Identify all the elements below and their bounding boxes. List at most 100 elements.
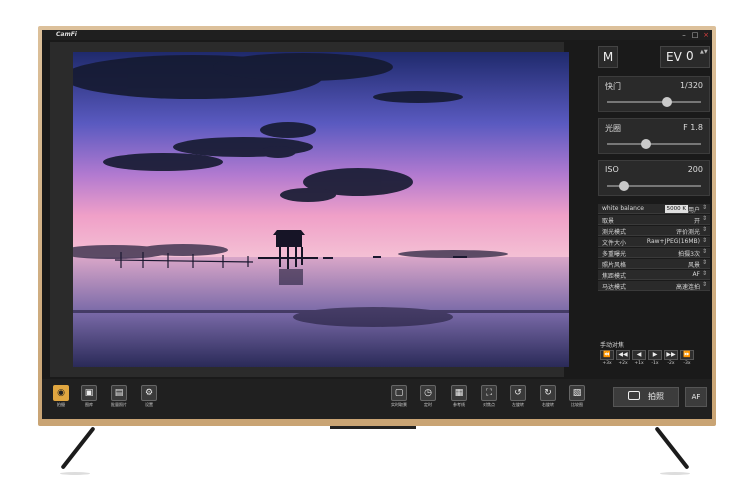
- app-logo: CamFi: [56, 31, 77, 38]
- live-view: [50, 42, 569, 377]
- white-balance-kelvin-input[interactable]: 5000 K: [664, 205, 688, 213]
- focus-step-label: -3x: [683, 361, 691, 366]
- focus-near-2x-button[interactable]: ◀◀ +2x: [616, 350, 630, 368]
- focus-far-1x-button[interactable]: ▶ -1x: [648, 350, 662, 368]
- manual-focus-title: 手动对焦: [600, 342, 625, 349]
- toolbar-rotate-left-button[interactable]: ↺ 左旋转: [507, 385, 529, 409]
- focus-near-1x-button[interactable]: ◀ +1x: [632, 350, 646, 368]
- toolbar-label: 批量照片: [111, 402, 127, 407]
- stepper-icon[interactable]: ⇕: [702, 204, 707, 211]
- setting-key: white balance: [602, 205, 644, 212]
- toolbar-batch-tab[interactable]: ▤ 批量照片: [108, 385, 130, 409]
- stepper-icon[interactable]: ⇕: [702, 281, 707, 288]
- fast-forward-icon: ⏩: [680, 350, 694, 360]
- stepper-icon[interactable]: ⇕: [702, 248, 707, 255]
- setting-value: 拍摄3次: [678, 251, 700, 258]
- iso-control: ISO 200: [598, 160, 710, 196]
- setting-key: 测光模式: [602, 229, 627, 236]
- live-view-photo[interactable]: [73, 52, 569, 367]
- app-window: CamFi – □ × M EV 0 ▲▼ 快门 1/320 光圈 F 1.8 …: [42, 30, 712, 419]
- setting-value: 评价测光: [675, 229, 700, 236]
- toolbar-gallery-tab[interactable]: ▣ 图库: [78, 385, 100, 409]
- compare-icon: ▧: [569, 385, 585, 401]
- maximize-button[interactable]: □: [691, 31, 699, 39]
- gear-icon: ⚙: [141, 385, 157, 401]
- ev-stepper-icon[interactable]: ▲▼: [700, 49, 708, 55]
- focus-far-3x-button[interactable]: ⏩ -3x: [680, 350, 694, 368]
- settings-list: white balance 5000 K 用户 ⇕ 取景 开 ⇕ 测光模式 评价…: [598, 204, 710, 292]
- setting-focus-mode[interactable]: 焦距模式 AF ⇕: [598, 270, 710, 280]
- setting-key: 文件大小: [602, 240, 627, 247]
- tv-bottom-bar: [330, 426, 416, 429]
- shoot-label: 拍照: [648, 392, 664, 401]
- setting-value: 高速连拍: [675, 284, 700, 291]
- setting-drive-mode[interactable]: 马达模式 高速连拍 ⇕: [598, 281, 710, 291]
- toolbar-liveview-button[interactable]: ▢ 实时取景: [388, 385, 410, 409]
- setting-metering[interactable]: 测光模式 评价测光 ⇕: [598, 226, 710, 236]
- camera-icon: [628, 391, 640, 400]
- focus-near-3x-button[interactable]: ⏪ +3x: [600, 350, 614, 368]
- setting-value: 风景: [687, 262, 700, 269]
- shutter-slider-thumb[interactable]: [662, 97, 673, 107]
- toolbar-grid-button[interactable]: ▦ 参考线: [448, 385, 470, 409]
- close-button[interactable]: ×: [702, 31, 710, 39]
- setting-picture-style[interactable]: 照片风格 风景 ⇕: [598, 259, 710, 269]
- toolbar-label: 拍摄: [57, 402, 65, 407]
- setting-value: 开: [693, 218, 700, 225]
- toolbar-label: 右旋转: [542, 402, 554, 407]
- grid-icon: ▦: [451, 385, 467, 401]
- toolbar-timer-button[interactable]: ◷ 定时: [417, 385, 439, 409]
- shutter-label: 快门: [605, 82, 621, 91]
- setting-value: 用户: [687, 207, 700, 214]
- toolbar-focus-point-button[interactable]: ⛶ 对焦点: [478, 385, 500, 409]
- shutter-slider[interactable]: [607, 97, 701, 107]
- toolbar-settings-tab[interactable]: ⚙ 设置: [138, 385, 160, 409]
- setting-key: 多重曝光: [602, 251, 627, 258]
- mode-button[interactable]: M: [598, 46, 618, 68]
- focus-far-2x-button[interactable]: ▶▶ -2x: [664, 350, 678, 368]
- setting-multi-exposure[interactable]: 多重曝光 拍摄3次 ⇕: [598, 248, 710, 258]
- tv-foot-shadow-left: [60, 472, 90, 475]
- ev-value: 0: [686, 49, 694, 63]
- iso-slider[interactable]: [607, 181, 701, 191]
- ev-label: EV: [666, 50, 682, 64]
- af-button[interactable]: AF: [685, 387, 707, 407]
- shutter-value: 1/320: [679, 81, 703, 90]
- toolbar-shoot-tab[interactable]: ◉ 拍摄: [50, 385, 72, 409]
- camera-icon: ◉: [53, 385, 69, 401]
- focus-step-label: +3x: [602, 361, 612, 366]
- step-forward-icon: ▶: [648, 350, 662, 360]
- toolbar-label: 对焦点: [483, 402, 495, 407]
- focus-step-label: +1x: [634, 361, 644, 366]
- setting-key: 焦距模式: [602, 273, 627, 280]
- iso-slider-thumb[interactable]: [618, 181, 629, 191]
- aperture-slider[interactable]: [607, 139, 701, 149]
- shoot-button[interactable]: 拍照: [613, 387, 679, 407]
- toolbar-label: 图库: [85, 402, 93, 407]
- toolbar-rotate-right-button[interactable]: ↻ 右旋转: [537, 385, 559, 409]
- stepper-icon[interactable]: ⇕: [702, 215, 707, 222]
- toolbar-compare-button[interactable]: ▧ 比较图: [566, 385, 588, 409]
- minimize-button[interactable]: –: [680, 31, 688, 39]
- setting-value: Raw+JPEG(16MB): [646, 238, 700, 245]
- stepper-icon[interactable]: ⇕: [702, 226, 707, 233]
- rotate-left-icon: ↺: [510, 385, 526, 401]
- stepper-icon[interactable]: ⇕: [702, 259, 707, 266]
- manual-focus-controls: ⏪ +3x ◀◀ +2x ◀ +1x ▶ -1x ▶▶ -2x ⏩ -3x: [600, 350, 694, 368]
- clock-icon: ◷: [420, 385, 436, 401]
- toolbar-label: 设置: [145, 402, 153, 407]
- stepper-icon[interactable]: ⇕: [702, 237, 707, 244]
- aperture-control: 光圈 F 1.8: [598, 118, 710, 154]
- aperture-slider-thumb[interactable]: [641, 139, 652, 149]
- rotate-right-icon: ↻: [540, 385, 556, 401]
- step-back-icon: ◀: [632, 350, 646, 360]
- setting-liveview[interactable]: 取景 开 ⇕: [598, 215, 710, 225]
- gallery-icon: ▣: [81, 385, 97, 401]
- tv-foot-shadow-right: [660, 472, 690, 475]
- focus-step-label: +2x: [618, 361, 628, 366]
- setting-file-size[interactable]: 文件大小 Raw+JPEG(16MB) ⇕: [598, 237, 710, 247]
- setting-white-balance[interactable]: white balance 5000 K 用户 ⇕: [598, 204, 710, 214]
- stepper-icon[interactable]: ⇕: [702, 270, 707, 277]
- forward-icon: ▶▶: [664, 350, 678, 360]
- focus-step-label: -1x: [651, 361, 659, 366]
